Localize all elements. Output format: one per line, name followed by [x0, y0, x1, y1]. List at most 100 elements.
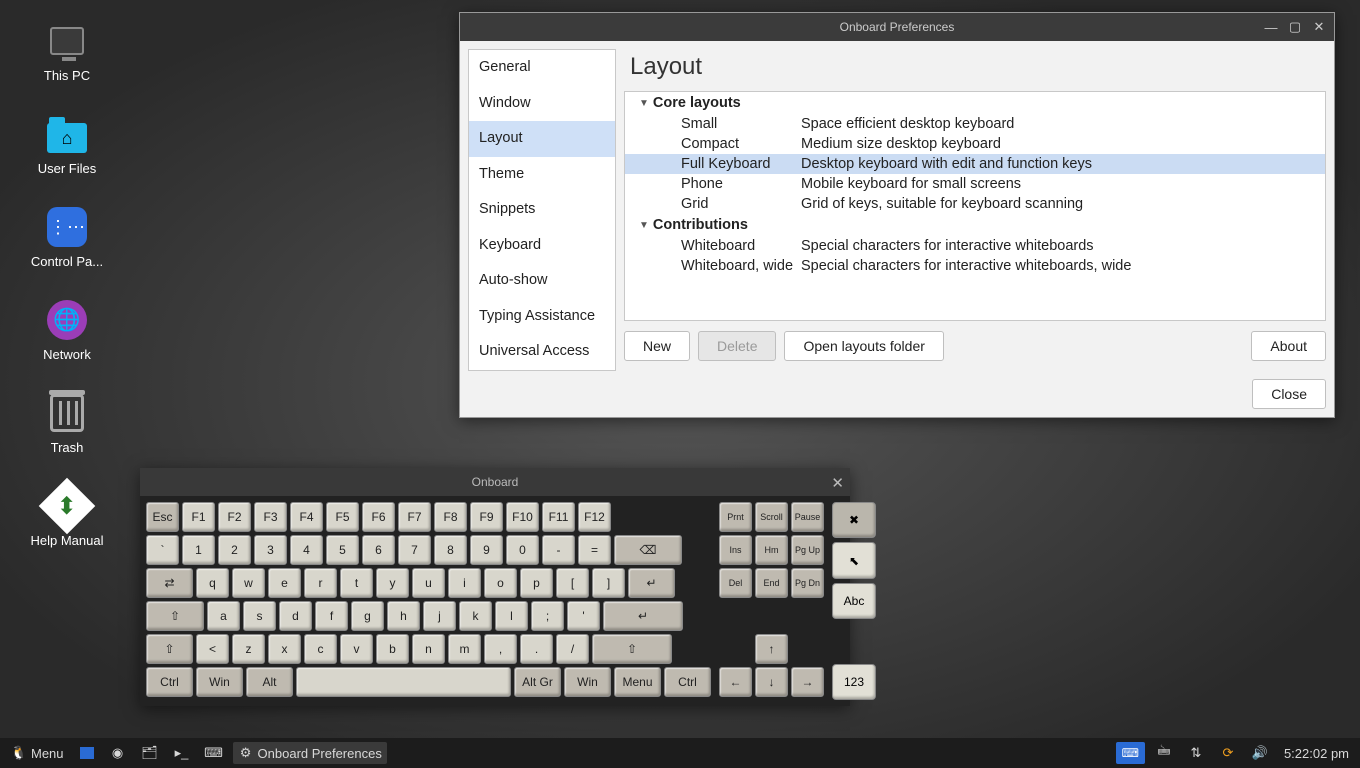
key[interactable]: ↑: [755, 634, 788, 664]
key[interactable]: ↓: [755, 667, 788, 697]
desktop-icon-network[interactable]: 🌐 Network: [12, 299, 122, 362]
key[interactable]: →: [791, 667, 824, 697]
key[interactable]: k: [459, 601, 492, 631]
key[interactable]: 1: [182, 535, 215, 565]
key[interactable]: F3: [254, 502, 287, 532]
desktop-icon-trash[interactable]: Trash: [12, 392, 122, 455]
terminal-launcher[interactable]: ▸_: [169, 742, 195, 764]
layout-row[interactable]: WhiteboardSpecial characters for interac…: [625, 236, 1325, 256]
key[interactable]: 2: [218, 535, 251, 565]
key[interactable]: F4: [290, 502, 323, 532]
key[interactable]: w: [232, 568, 265, 598]
side-key[interactable]: ⬉: [832, 542, 876, 578]
key[interactable]: F5: [326, 502, 359, 532]
key[interactable]: ⇧: [592, 634, 672, 664]
key[interactable]: F1: [182, 502, 215, 532]
key[interactable]: x: [268, 634, 301, 664]
close-button[interactable]: ✕: [1308, 17, 1330, 37]
key[interactable]: End: [755, 568, 788, 598]
key[interactable]: -: [542, 535, 575, 565]
maximize-button[interactable]: ▢: [1284, 17, 1306, 37]
key[interactable]: s: [243, 601, 276, 631]
key[interactable]: Hm: [755, 535, 788, 565]
desktop-icon-user-files[interactable]: User Files: [12, 113, 122, 176]
key[interactable]: 4: [290, 535, 323, 565]
key[interactable]: ⇧: [146, 634, 193, 664]
tray-network[interactable]: ⇅: [1183, 742, 1209, 764]
layout-row[interactable]: CompactMedium size desktop keyboard: [625, 134, 1325, 154]
key[interactable]: b: [376, 634, 409, 664]
key[interactable]: r: [304, 568, 337, 598]
sidebar-item-theme[interactable]: Theme: [469, 157, 615, 193]
key[interactable]: g: [351, 601, 384, 631]
key[interactable]: ,: [484, 634, 517, 664]
sidebar-item-layout[interactable]: Layout: [469, 121, 615, 157]
key[interactable]: Scroll: [755, 502, 788, 532]
key[interactable]: 3: [254, 535, 287, 565]
key[interactable]: Ctrl: [664, 667, 711, 697]
layout-row[interactable]: GridGrid of keys, suitable for keyboard …: [625, 194, 1325, 214]
side-key[interactable]: 123: [832, 664, 876, 700]
window-titlebar[interactable]: Onboard Preferences — ▢ ✕: [460, 13, 1334, 41]
key[interactable]: F9: [470, 502, 503, 532]
key[interactable]: ⇄: [146, 568, 193, 598]
key[interactable]: e: [268, 568, 301, 598]
key[interactable]: F10: [506, 502, 539, 532]
window-titlebar[interactable]: Onboard ✕: [140, 468, 850, 496]
taskbar-window-onboard-preferences[interactable]: ⚙ Onboard Preferences: [233, 742, 387, 764]
side-key[interactable]: ✖: [832, 502, 876, 538]
sidebar-item-keyboard[interactable]: Keyboard: [469, 228, 615, 264]
key[interactable]: Prnt: [719, 502, 752, 532]
key[interactable]: ⌫: [614, 535, 682, 565]
key[interactable]: ;: [531, 601, 564, 631]
key[interactable]: `: [146, 535, 179, 565]
key[interactable]: j: [423, 601, 456, 631]
key[interactable]: F6: [362, 502, 395, 532]
layout-row[interactable]: Whiteboard, wideSpecial characters for i…: [625, 256, 1325, 276]
tray-keyboard-indicator[interactable]: ⌨: [1116, 742, 1145, 764]
key[interactable]: Esc: [146, 502, 179, 532]
tree-group[interactable]: ▼Core layouts: [625, 92, 1325, 114]
key[interactable]: [: [556, 568, 589, 598]
key[interactable]: ↵: [628, 568, 675, 598]
key[interactable]: f: [315, 601, 348, 631]
key[interactable]: a: [207, 601, 240, 631]
key[interactable]: 8: [434, 535, 467, 565]
key[interactable]: Alt Gr: [514, 667, 561, 697]
file-manager-launcher[interactable]: 🗂: [137, 742, 163, 764]
key[interactable]: ↵: [603, 601, 683, 631]
open-layouts-folder-button[interactable]: Open layouts folder: [784, 331, 943, 361]
key[interactable]: Ins: [719, 535, 752, 565]
key[interactable]: ←: [719, 667, 752, 697]
key[interactable]: Win: [196, 667, 243, 697]
key[interactable]: F11: [542, 502, 575, 532]
show-desktop-button[interactable]: [75, 744, 99, 762]
key[interactable]: t: [340, 568, 373, 598]
desktop-icon-this-pc[interactable]: This PC: [12, 20, 122, 83]
key[interactable]: Del: [719, 568, 752, 598]
key[interactable]: h: [387, 601, 420, 631]
key[interactable]: <: [196, 634, 229, 664]
key[interactable]: 0: [506, 535, 539, 565]
key[interactable]: i: [448, 568, 481, 598]
layout-row[interactable]: Full KeyboardDesktop keyboard with edit …: [625, 154, 1325, 174]
key[interactable]: Pause: [791, 502, 824, 532]
key[interactable]: n: [412, 634, 445, 664]
key[interactable]: ': [567, 601, 600, 631]
tray-input-method[interactable]: 🖮: [1151, 742, 1177, 764]
minimize-button[interactable]: —: [1260, 17, 1282, 37]
sidebar-item-universal-access[interactable]: Universal Access: [469, 334, 615, 370]
close-button[interactable]: ✕: [831, 474, 844, 492]
key[interactable]: Win: [564, 667, 611, 697]
onboard-launcher[interactable]: ⌨: [201, 742, 227, 764]
sidebar-item-typing-assistance[interactable]: Typing Assistance: [469, 299, 615, 335]
key[interactable]: y: [376, 568, 409, 598]
key[interactable]: c: [304, 634, 337, 664]
tray-clock[interactable]: 5:22:02 pm: [1279, 743, 1354, 764]
key[interactable]: Alt: [246, 667, 293, 697]
desktop-icon-control-panel[interactable]: ⋮⋯ Control Pa...: [12, 206, 122, 269]
sidebar-item-general[interactable]: General: [469, 50, 615, 86]
new-button[interactable]: New: [624, 331, 690, 361]
key[interactable]: [296, 667, 511, 697]
key[interactable]: l: [495, 601, 528, 631]
